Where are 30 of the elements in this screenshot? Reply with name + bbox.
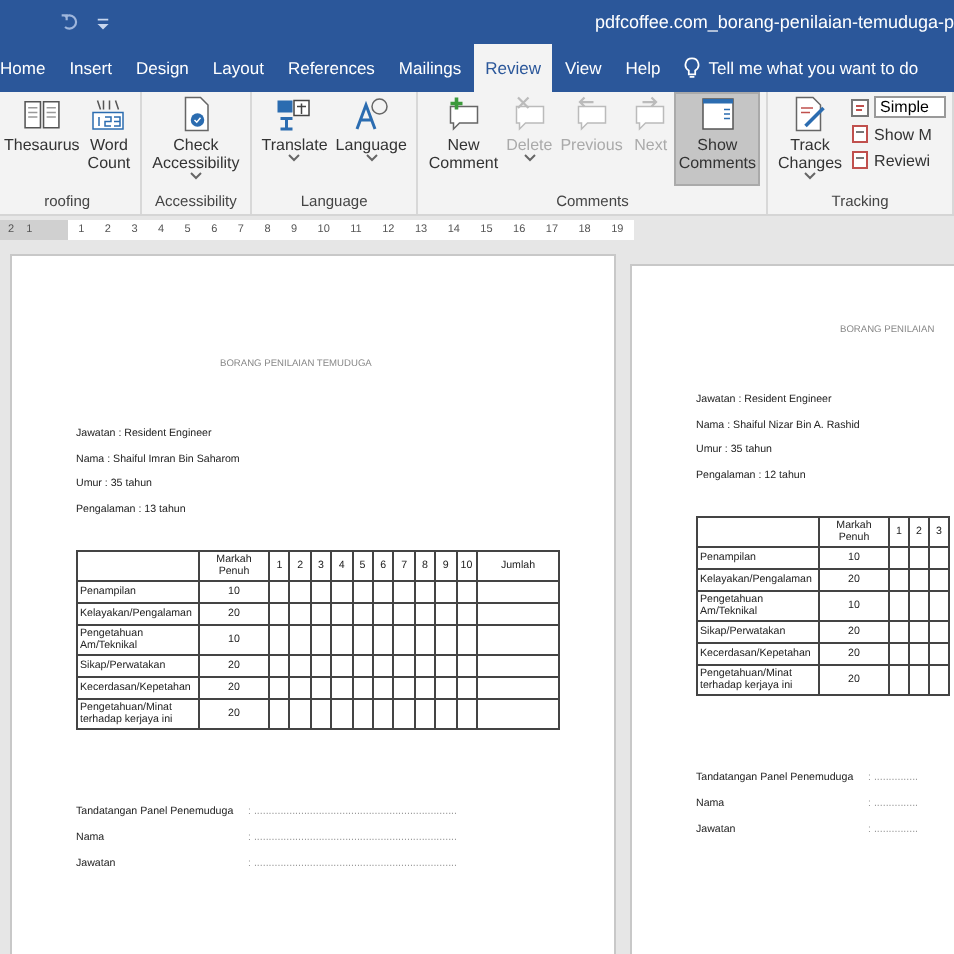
- globe-letter-icon: [351, 96, 392, 132]
- ribbon-button[interactable]: Check Accessibility: [148, 92, 244, 186]
- ribbon-tab[interactable]: Layout: [200, 44, 276, 92]
- markup-icon: [850, 97, 871, 117]
- ribbon-small-button[interactable]: Reviewi: [850, 150, 947, 170]
- customize-icon[interactable]: [96, 15, 110, 29]
- ribbon-button[interactable]: Thesaurus: [0, 92, 84, 186]
- document-icon: [850, 150, 871, 170]
- ribbon-tab[interactable]: References: [275, 44, 387, 92]
- ribbon-tab[interactable]: Review: [473, 44, 553, 92]
- ribbon-tab[interactable]: View: [552, 44, 614, 92]
- ribbon-button[interactable]: Track Changes: [774, 92, 847, 186]
- show-comments-icon: [697, 96, 738, 132]
- ribbon-button[interactable]: Show Comments: [674, 92, 761, 186]
- ribbon-button[interactable]: Language: [331, 92, 411, 186]
- ribbon-tab[interactable]: Insert: [57, 44, 124, 92]
- ribbon-tab[interactable]: Help: [613, 44, 673, 92]
- document-icon: [850, 124, 871, 144]
- ribbon-tab[interactable]: Mailings: [386, 44, 474, 92]
- ribbon-button[interactable]: New Comment: [424, 92, 503, 186]
- ribbon-tab[interactable]: Design: [123, 44, 201, 92]
- undo-icon[interactable]: [60, 12, 80, 32]
- ribbon-small-button[interactable]: Show M: [850, 124, 947, 144]
- tell-me-field[interactable]: Tell me what you want to do: [708, 58, 949, 78]
- ribbon-button[interactable]: Translate: [257, 92, 332, 186]
- ribbon-tab[interactable]: Home: [0, 44, 58, 92]
- markup-dropdown[interactable]: Simple: [874, 96, 947, 118]
- window-title: pdfcoffee.com_borang-penilaian-temuduga-p: [595, 12, 954, 32]
- ribbon-button[interactable]: Word Count: [83, 92, 135, 186]
- lightbulb-icon: [684, 56, 701, 80]
